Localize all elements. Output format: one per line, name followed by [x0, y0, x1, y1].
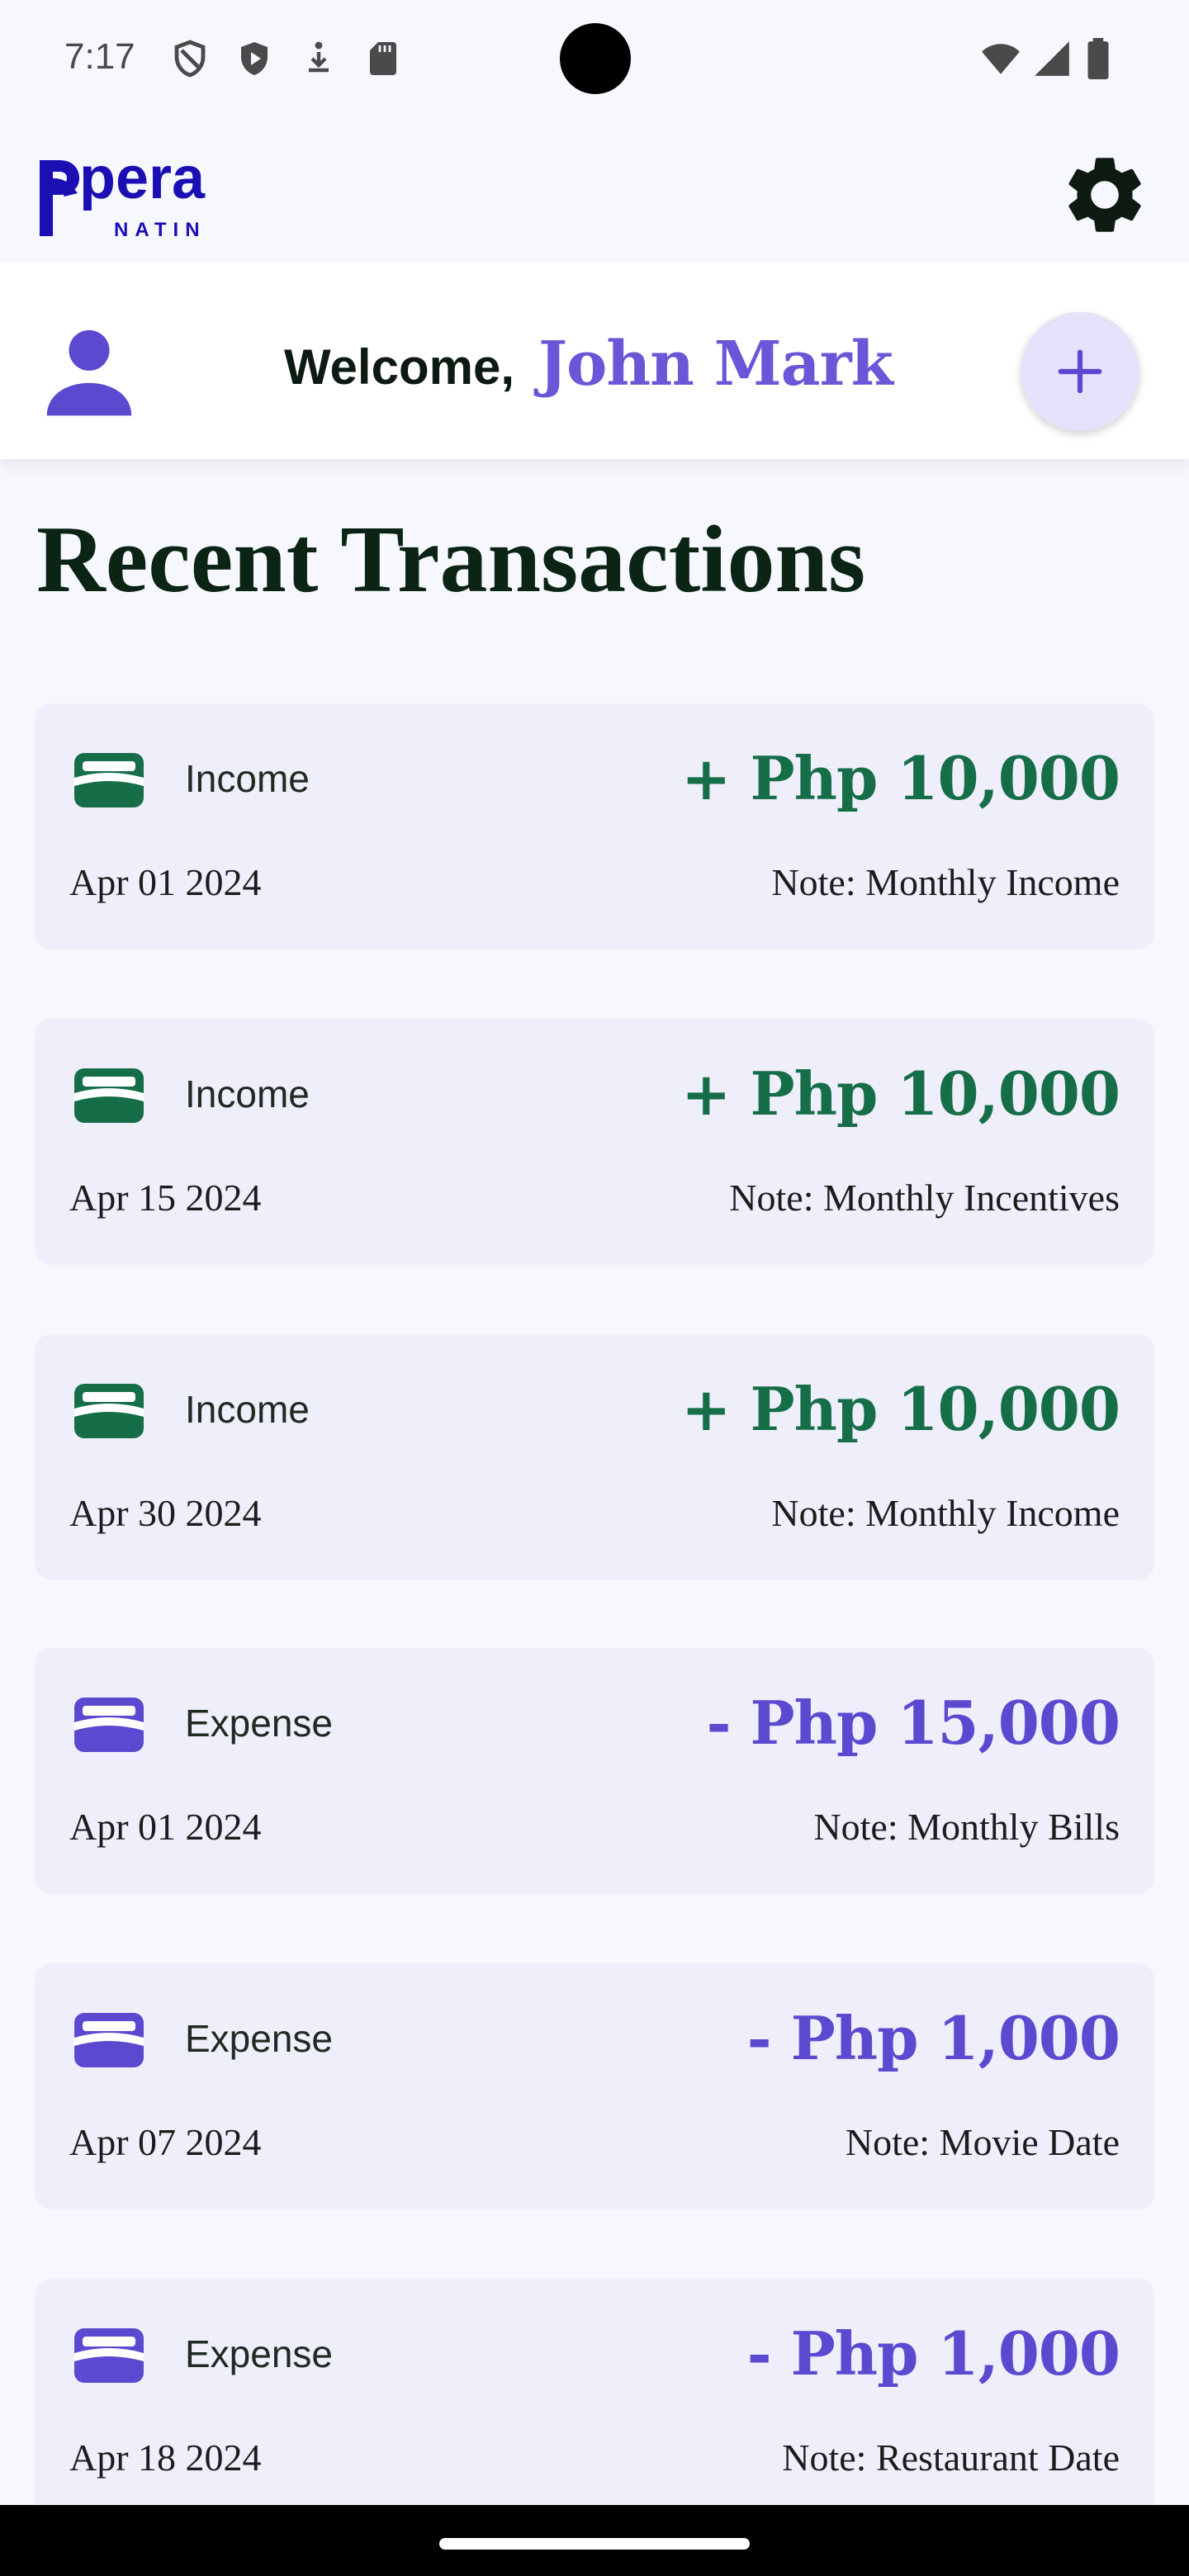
transaction-card[interactable]: Expense - Php 1,000 Apr 18 2024 Note: Re… — [35, 2279, 1154, 2525]
shield-play-icon — [241, 42, 268, 75]
wallet-icon — [74, 1068, 144, 1123]
transaction-date: Apr 18 2024 — [69, 2436, 262, 2479]
logo-sub: NATIN — [114, 219, 206, 241]
transaction-type: Income — [185, 1388, 310, 1431]
transaction-type: Income — [185, 757, 310, 800]
transaction-note: Note: Monthly Incentives — [729, 1177, 1120, 1219]
transaction-amount: + Php 10,000 — [681, 1058, 1120, 1129]
transaction-card[interactable]: Expense - Php 15,000 Apr 01 2024 Note: M… — [35, 1648, 1154, 1894]
wallet-icon — [74, 2328, 144, 2383]
transaction-date: Apr 01 2024 — [69, 861, 262, 903]
wallet-icon — [74, 1384, 144, 1438]
transaction-card[interactable]: Income + Php 10,000 Apr 01 2024 Note: Mo… — [35, 703, 1154, 949]
transaction-amount: + Php 10,000 — [681, 1374, 1120, 1444]
welcome-greeting: Welcome, — [284, 339, 514, 395]
add-transaction-button[interactable] — [1021, 312, 1139, 431]
transaction-date: Apr 07 2024 — [69, 2121, 262, 2163]
welcome-user-name: John Mark — [538, 329, 893, 400]
gear-icon[interactable] — [1059, 149, 1151, 241]
home-gesture-handle[interactable] — [439, 2538, 750, 2550]
wallet-icon — [74, 1698, 144, 1752]
transaction-note: Note: Restaurant Date — [782, 2436, 1120, 2479]
transaction-type: Income — [185, 1073, 310, 1115]
transaction-type: Expense — [185, 2017, 334, 2060]
status-bar: 7:17 — [0, 0, 1189, 116]
user-avatar-icon[interactable] — [36, 319, 142, 424]
status-time: 7:17 — [64, 36, 135, 77]
transaction-amount: + Php 10,000 — [681, 743, 1120, 813]
transaction-date: Apr 30 2024 — [69, 1492, 262, 1534]
transaction-note: Note: Monthly Bills — [813, 1806, 1120, 1848]
front-camera — [560, 23, 631, 94]
transaction-note: Note: Movie Date — [845, 2121, 1120, 2163]
battery-icon — [1087, 38, 1109, 79]
shield-outline-icon — [174, 40, 206, 78]
transaction-amount: - Php 15,000 — [706, 1688, 1120, 1758]
transaction-card[interactable]: Income + Php 10,000 Apr 15 2024 Note: Mo… — [35, 1019, 1154, 1265]
transaction-note: Note: Monthly Income — [771, 1492, 1120, 1534]
transaction-card[interactable]: Income + Php 10,000 Apr 30 2024 Note: Mo… — [35, 1334, 1154, 1580]
pera-natin-logo[interactable]: pera NATIN — [36, 155, 264, 241]
transaction-note: Note: Monthly Income — [771, 861, 1120, 903]
transaction-type: Expense — [185, 2332, 334, 2375]
wifi-icon — [982, 44, 1020, 74]
transaction-date: Apr 01 2024 — [69, 1806, 262, 1848]
recent-transactions-title: Recent Transactions — [36, 507, 866, 613]
transaction-card[interactable]: Expense - Php 1,000 Apr 07 2024 Note: Mo… — [35, 1963, 1154, 2209]
sd-card-icon — [370, 42, 396, 75]
cell-signal-icon — [1035, 41, 1069, 76]
transaction-amount: - Php 1,000 — [746, 2318, 1120, 2389]
transaction-date: Apr 15 2024 — [69, 1177, 262, 1219]
download-person-icon — [309, 41, 329, 73]
transaction-amount: - Php 1,000 — [746, 2003, 1120, 2073]
wallet-icon — [74, 2013, 144, 2067]
transaction-type: Expense — [185, 1702, 334, 1745]
wallet-icon — [74, 753, 144, 807]
plus-icon — [1058, 349, 1102, 394]
logo-word: pera — [79, 155, 206, 211]
